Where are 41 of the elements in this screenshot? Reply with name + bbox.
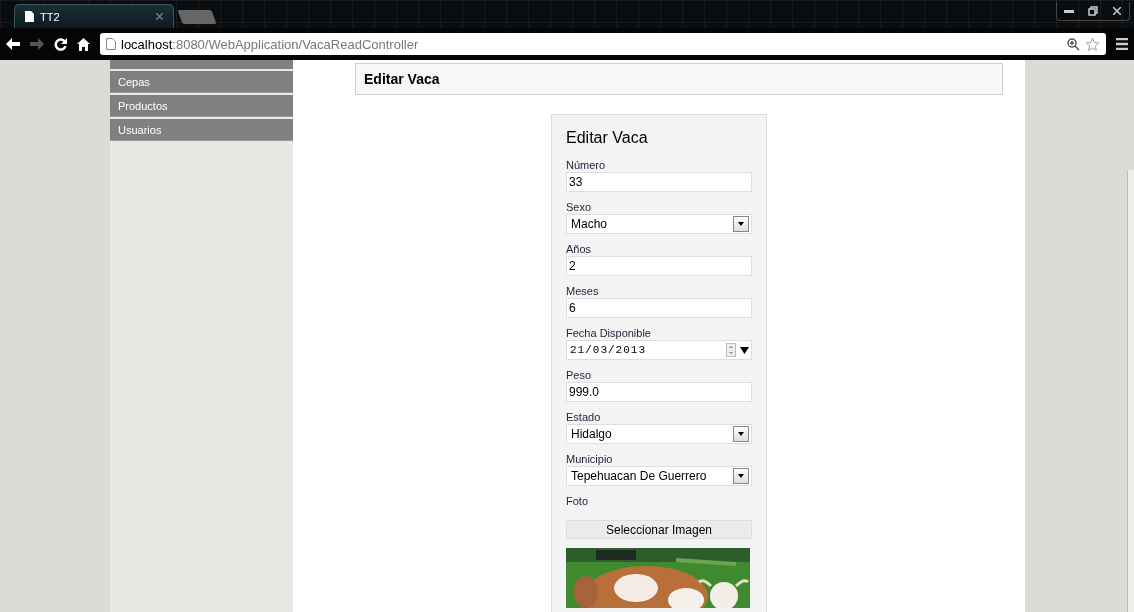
- browser-tab[interactable]: TT2: [14, 4, 174, 28]
- field-label: Sexo: [566, 201, 593, 213]
- url-text: localhost:8080/WebApplication/VacaReadController: [121, 36, 419, 52]
- input-field[interactable]: 2: [566, 256, 752, 276]
- zoom-icon[interactable]: [1067, 37, 1080, 51]
- input-field[interactable]: 33: [566, 172, 752, 192]
- input-field[interactable]: 6: [566, 298, 752, 318]
- field-label: Municipio: [566, 453, 614, 465]
- form-title: Editar Vaca: [566, 129, 649, 147]
- date-field[interactable]: 21/03/2013: [566, 340, 752, 360]
- sidebar-item[interactable]: Productos: [110, 95, 293, 117]
- dropdown-icon: [733, 468, 749, 484]
- address-bar[interactable]: localhost:8080/WebApplication/VacaReadController: [100, 33, 1106, 55]
- input-field[interactable]: 999.0: [566, 382, 752, 402]
- field-label: Peso: [566, 369, 593, 381]
- field-label: Número: [566, 159, 607, 171]
- dropdown-icon: [740, 346, 749, 354]
- sidebar-item[interactable]: Cepas: [110, 71, 293, 93]
- reload-icon[interactable]: [54, 37, 67, 51]
- field-label: Fecha Disponible: [566, 327, 652, 339]
- new-tab-button[interactable]: [177, 10, 217, 24]
- page-icon: [25, 11, 34, 22]
- field-label: Años: [566, 243, 593, 255]
- dropdown-icon: [733, 426, 749, 442]
- field-label: Meses: [566, 285, 600, 297]
- back-icon[interactable]: [6, 38, 20, 50]
- page-header: Editar Vaca: [355, 63, 1003, 95]
- field-label: Estado: [566, 411, 602, 423]
- home-icon[interactable]: [77, 37, 90, 51]
- dropdown-icon: [733, 216, 749, 232]
- sidebar-item[interactable]: Usuarios: [110, 119, 293, 141]
- menu-icon[interactable]: [1116, 38, 1128, 50]
- select-image-button[interactable]: Seleccionar Imagen: [566, 520, 752, 539]
- star-icon[interactable]: [1085, 36, 1100, 52]
- forward-icon[interactable]: [30, 38, 44, 50]
- select-field[interactable]: Tepehuacan De Guerrero: [566, 466, 752, 486]
- select-field[interactable]: Macho: [566, 214, 752, 234]
- field-label: Foto: [566, 495, 589, 507]
- select-field[interactable]: Hidalgo: [566, 424, 752, 444]
- page-icon: [106, 38, 116, 50]
- spinner-icon: [726, 343, 736, 357]
